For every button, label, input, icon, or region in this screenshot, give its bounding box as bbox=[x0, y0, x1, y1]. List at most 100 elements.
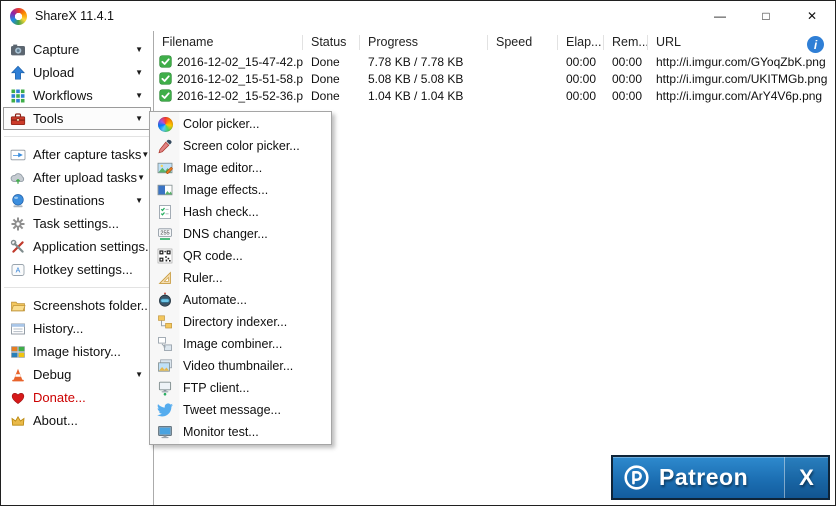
sidebar-item-after-capture-tasks[interactable]: After capture tasks ▼ bbox=[3, 143, 151, 166]
sidebar-item-donate[interactable]: Donate... bbox=[3, 386, 151, 409]
filename-text: 2016-12-02_15-52-36.png bbox=[177, 88, 303, 103]
sidebar-item-label: About... bbox=[33, 413, 78, 428]
sidebar-item-tools[interactable]: Tools ▼ bbox=[3, 107, 151, 130]
chevron-down-icon: ▼ bbox=[135, 45, 143, 54]
sidebar-item-task-settings[interactable]: Task settings... bbox=[3, 212, 151, 235]
history-window-icon bbox=[11, 323, 25, 334]
menu-item-automate[interactable]: Automate... bbox=[150, 289, 331, 311]
menu-item-monitor-test[interactable]: Monitor test... bbox=[150, 421, 331, 443]
maximize-button[interactable]: □ bbox=[743, 1, 789, 31]
sidebar-item-label: Screenshots folder... bbox=[33, 298, 152, 313]
sharex-logo-icon bbox=[10, 7, 27, 25]
chevron-down-icon: ▼ bbox=[135, 68, 143, 77]
sidebar-item-label: Debug bbox=[33, 367, 72, 382]
sidebar-item-label: Upload bbox=[33, 65, 75, 80]
menu-item-label: Video thumbnailer... bbox=[183, 359, 294, 373]
twitter-bird-icon bbox=[157, 403, 173, 417]
menu-item-label: QR code... bbox=[183, 249, 243, 263]
robot-icon bbox=[159, 292, 171, 307]
patreon-brand-text: Patreon bbox=[659, 464, 749, 490]
patreon-close-button[interactable]: X bbox=[784, 457, 828, 498]
column-header-status[interactable]: Status bbox=[303, 34, 360, 50]
sidebar-item-label: Application settings... bbox=[33, 239, 156, 254]
dns-icon: 255 bbox=[158, 228, 172, 240]
menu-item-label: DNS changer... bbox=[183, 227, 268, 241]
sidebar-item-about[interactable]: About... bbox=[3, 409, 151, 432]
sidebar-item-label: Capture bbox=[33, 42, 80, 57]
image-effects-icon bbox=[157, 184, 173, 196]
folder-icon bbox=[10, 301, 26, 311]
sidebar-item-destinations[interactable]: Destinations ▼ bbox=[3, 189, 151, 212]
menu-item-label: Image editor... bbox=[183, 161, 263, 175]
menu-item-screen-color-picker[interactable]: Screen color picker... bbox=[150, 135, 331, 157]
svg-text:A: A bbox=[16, 267, 21, 274]
menu-item-qr-code[interactable]: QR code... bbox=[150, 245, 331, 267]
url-text: http://i.imgur.com/ArY4V6p.png bbox=[656, 88, 823, 103]
traffic-cone-icon bbox=[12, 368, 24, 381]
done-check-icon bbox=[159, 89, 172, 102]
menu-item-image-editor[interactable]: Image editor... bbox=[150, 157, 331, 179]
menu-item-image-effects[interactable]: Image effects... bbox=[150, 179, 331, 201]
menu-item-label: Hash check... bbox=[183, 205, 259, 219]
after-capture-icon bbox=[10, 149, 26, 160]
column-header-filename[interactable]: Filename bbox=[154, 34, 303, 50]
menu-item-color-picker[interactable]: Color picker... bbox=[150, 113, 331, 135]
menu-item-directory-indexer[interactable]: Directory indexer... bbox=[150, 311, 331, 333]
column-header-progress[interactable]: Progress bbox=[360, 34, 488, 50]
tools-menu: Color picker... Screen color picker... I… bbox=[149, 111, 332, 445]
video-thumbnail-icon bbox=[158, 359, 172, 372]
elapsed-text: 00:00 bbox=[566, 71, 597, 86]
sidebar-item-hotkey-settings[interactable]: A Hotkey settings... bbox=[3, 258, 151, 281]
chevron-down-icon: ▼ bbox=[135, 91, 143, 100]
chevron-down-icon: ▼ bbox=[135, 370, 143, 379]
sidebar-item-capture[interactable]: Capture ▼ bbox=[3, 38, 151, 61]
column-header-speed[interactable]: Speed bbox=[488, 34, 558, 50]
sidebar-item-label: Workflows bbox=[33, 88, 93, 103]
sidebar-item-label: History... bbox=[33, 321, 84, 336]
sidebar-item-screenshots-folder[interactable]: Screenshots folder... bbox=[3, 294, 152, 317]
sidebar-item-application-settings[interactable]: Application settings... bbox=[3, 235, 156, 258]
info-icon[interactable]: i bbox=[807, 36, 824, 53]
sidebar-item-label: Donate... bbox=[33, 390, 86, 405]
sidebar-separator bbox=[4, 136, 150, 137]
remaining-text: 00:00 bbox=[612, 71, 643, 86]
sidebar-item-upload[interactable]: Upload ▼ bbox=[3, 61, 151, 84]
remaining-text: 00:00 bbox=[612, 54, 643, 69]
url-text: http://i.imgur.com/UKITMGb.png bbox=[656, 71, 828, 86]
window-title: ShareX 11.4.1 bbox=[35, 9, 114, 23]
column-header-remaining[interactable]: Rem... bbox=[604, 34, 648, 50]
keyboard-key-icon: A bbox=[11, 263, 25, 276]
menu-item-tweet-message[interactable]: Tweet message... bbox=[150, 399, 331, 421]
sidebar-separator bbox=[4, 287, 150, 288]
table-row[interactable]: 2016-12-02_15-51-58.png Done 5.08 KB / 5… bbox=[154, 70, 835, 87]
menu-item-label: Tweet message... bbox=[183, 403, 281, 417]
sidebar-item-after-upload-tasks[interactable]: After upload tasks ▼ bbox=[3, 166, 151, 189]
done-check-icon bbox=[159, 55, 172, 68]
menu-item-label: Image effects... bbox=[183, 183, 269, 197]
sidebar-item-workflows[interactable]: Workflows ▼ bbox=[3, 84, 151, 107]
table-row[interactable]: 2016-12-02_15-47-42.png Done 7.78 KB / 7… bbox=[154, 53, 835, 70]
sidebar-item-debug[interactable]: Debug ▼ bbox=[3, 363, 151, 386]
menu-item-dns-changer[interactable]: 255 DNS changer... bbox=[150, 223, 331, 245]
sidebar: Capture ▼ Upload ▼ Workflows ▼ Tools ▼ A… bbox=[1, 31, 156, 505]
patreon-logo-icon bbox=[624, 465, 649, 490]
patreon-banner[interactable]: Patreon X bbox=[611, 455, 830, 500]
sidebar-item-history[interactable]: History... bbox=[3, 317, 151, 340]
image-editor-icon bbox=[157, 162, 173, 174]
progress-text: 5.08 KB / 5.08 KB bbox=[368, 71, 464, 86]
menu-item-hash-check[interactable]: Hash check... bbox=[150, 201, 331, 223]
destinations-globe-icon bbox=[12, 193, 24, 207]
svg-text:255: 255 bbox=[160, 231, 169, 237]
directory-tree-icon bbox=[158, 315, 172, 329]
column-header-elapsed[interactable]: Elap... bbox=[558, 34, 604, 50]
table-row[interactable]: 2016-12-02_15-52-36.png Done 1.04 KB / 1… bbox=[154, 87, 835, 104]
status-text: Done bbox=[311, 54, 340, 69]
close-button[interactable]: ✕ bbox=[789, 1, 835, 31]
menu-item-video-thumbnailer[interactable]: Video thumbnailer... bbox=[150, 355, 331, 377]
menu-item-ruler[interactable]: Ruler... bbox=[150, 267, 331, 289]
minimize-button[interactable]: — bbox=[697, 1, 743, 31]
sidebar-item-image-history[interactable]: Image history... bbox=[3, 340, 151, 363]
menu-item-label: FTP client... bbox=[183, 381, 250, 395]
menu-item-ftp-client[interactable]: FTP client... bbox=[150, 377, 331, 399]
menu-item-image-combiner[interactable]: Image combiner... bbox=[150, 333, 331, 355]
